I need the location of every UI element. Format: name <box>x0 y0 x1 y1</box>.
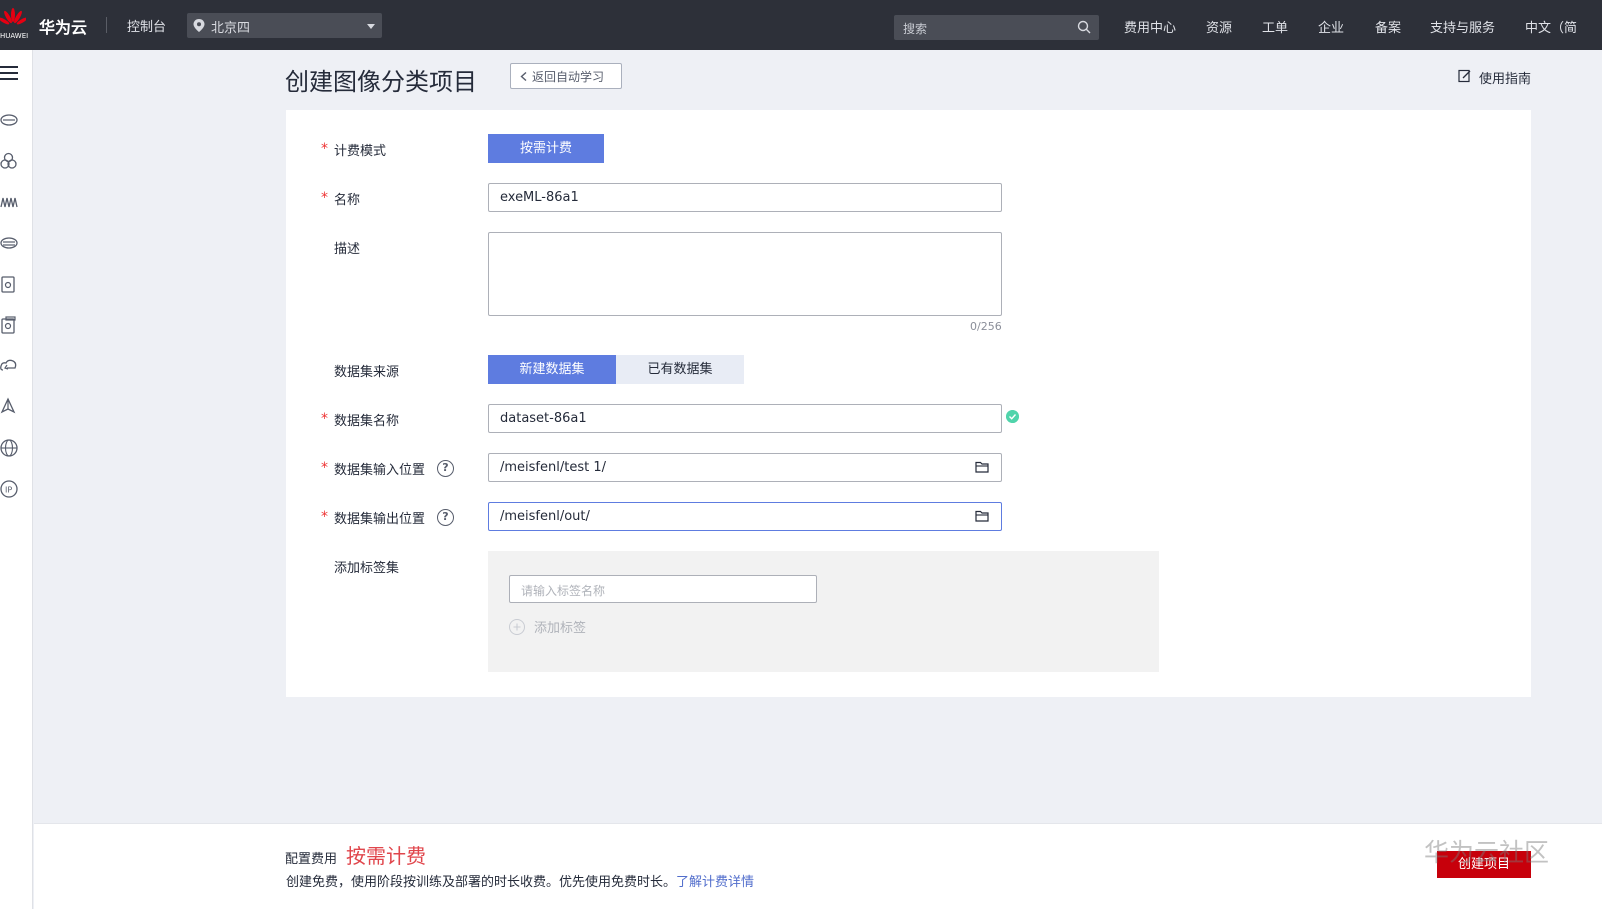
required-mark: * <box>321 141 328 157</box>
deploy-icon[interactable] <box>0 397 20 417</box>
fee-label: 配置费用 <box>285 852 338 867</box>
dataset-source-label: 数据集来源 <box>334 365 400 380</box>
fee-description-text: 创建免费，使用阶段按训练及部署的时长收费。优先使用免费时长。 <box>286 875 677 890</box>
chevron-down-icon <box>367 24 375 29</box>
back-to-auto-learning-button[interactable]: 返回自动学习 <box>510 63 622 89</box>
nav-billing-center[interactable]: 费用中心 <box>1124 17 1176 36</box>
network-icon[interactable] <box>0 192 20 212</box>
huawei-flower-icon <box>0 8 26 25</box>
billing-mode-on-demand-button[interactable]: 按需计费 <box>488 134 604 163</box>
nav-icp-filing[interactable]: 备案 <box>1375 17 1401 36</box>
required-mark: * <box>321 509 328 525</box>
dataset-name-input[interactable]: dataset-86a1 <box>488 404 1002 433</box>
dataset-input-value: /meisfenl/test 1/ <box>500 460 606 475</box>
tag-set-label: 添加标签集 <box>334 561 400 576</box>
search-icon[interactable] <box>1077 20 1091 34</box>
dataset-output-location-field[interactable]: /meisfenl/out/ <box>488 502 1002 531</box>
menu-icon[interactable] <box>0 65 18 81</box>
name-label: 名称 <box>334 193 361 208</box>
location-pin-icon <box>193 19 205 32</box>
tag-name-placeholder: 请输入标签名称 <box>521 584 606 598</box>
service-sidebar: IP <box>0 50 33 909</box>
cluster-icon[interactable] <box>0 151 20 171</box>
dataset-input-label: 数据集输入位置 <box>334 463 426 478</box>
dataset-output-value: /meisfenl/out/ <box>500 509 590 524</box>
dataset-name-value: dataset-86a1 <box>500 411 587 426</box>
bottom-action-bar <box>34 823 1602 909</box>
required-mark: * <box>321 190 328 206</box>
logo-text: HUAWEI <box>0 32 29 40</box>
description-label: 描述 <box>334 242 361 257</box>
existing-dataset-option[interactable]: 已有数据集 <box>616 355 744 384</box>
storage-icon[interactable] <box>0 233 20 253</box>
dataset-output-label: 数据集输出位置 <box>334 512 426 527</box>
svg-text:IP: IP <box>5 486 12 495</box>
billing-mode-label: 计费模式 <box>334 144 387 159</box>
fee-description: 创建免费，使用阶段按训练及部署的时长收费。优先使用免费时长。了解计费详情 <box>286 871 754 890</box>
description-textarea[interactable] <box>488 232 1002 316</box>
add-tag-label: 添加标签 <box>534 621 587 636</box>
tag-name-input[interactable]: 请输入标签名称 <box>509 575 817 603</box>
console-link[interactable]: 控制台 <box>127 16 166 35</box>
name-input[interactable]: exeML-86a1 <box>488 183 1002 212</box>
brand-name[interactable]: 华为云 <box>39 14 87 38</box>
cloud-icon[interactable] <box>0 356 20 376</box>
search-placeholder: 搜索 <box>903 22 928 36</box>
name-value: exeML-86a1 <box>500 190 579 205</box>
page-title: 创建图像分类项目 <box>285 68 477 96</box>
folder-icon[interactable] <box>975 460 989 474</box>
nav-enterprise[interactable]: 企业 <box>1318 17 1344 36</box>
huawei-logo[interactable]: HUAWEI <box>0 8 30 42</box>
dataset-input-location-field[interactable]: /meisfenl/test 1/ <box>488 453 1002 482</box>
description-char-counter: 0/256 <box>970 320 1002 333</box>
divider <box>106 17 107 33</box>
region-value: 北京四 <box>211 21 251 36</box>
nav-resources[interactable]: 资源 <box>1206 17 1232 36</box>
pricing-details-link[interactable]: 了解计费详情 <box>676 875 754 890</box>
region-selector[interactable]: 北京四 <box>187 13 382 38</box>
search-input[interactable]: 搜索 <box>894 15 1099 40</box>
plus-circle-icon <box>509 619 525 635</box>
help-icon[interactable]: ? <box>437 509 454 526</box>
globe-icon[interactable] <box>0 438 20 458</box>
nav-language[interactable]: 中文（简 <box>1525 17 1577 36</box>
chevron-left-icon <box>520 72 527 81</box>
ip-icon[interactable]: IP <box>0 479 20 499</box>
check-circle-icon <box>1006 410 1019 423</box>
top-navigation-bar: HUAWEI 华为云 控制台 北京四 搜索 费用中心 资源 工单 企业 备案 支… <box>0 0 1602 50</box>
back-button-label: 返回自动学习 <box>532 70 605 84</box>
security-icon[interactable] <box>0 315 20 335</box>
dataset-name-label: 数据集名称 <box>334 414 400 429</box>
user-guide-label: 使用指南 <box>1479 72 1532 87</box>
folder-icon[interactable] <box>975 509 989 523</box>
help-icon[interactable]: ? <box>437 460 454 477</box>
cloud-server-icon[interactable] <box>0 110 20 130</box>
new-dataset-option[interactable]: 新建数据集 <box>488 355 616 384</box>
required-mark: * <box>321 460 328 476</box>
edit-document-icon <box>1458 69 1471 83</box>
nav-tickets[interactable]: 工单 <box>1262 17 1288 36</box>
fee-value: 按需计费 <box>346 844 426 868</box>
database-icon[interactable] <box>0 274 20 294</box>
nav-support[interactable]: 支持与服务 <box>1430 17 1495 36</box>
tag-set-panel <box>488 551 1159 672</box>
required-mark: * <box>321 411 328 427</box>
watermark: 华为云社区 <box>1424 838 1550 867</box>
